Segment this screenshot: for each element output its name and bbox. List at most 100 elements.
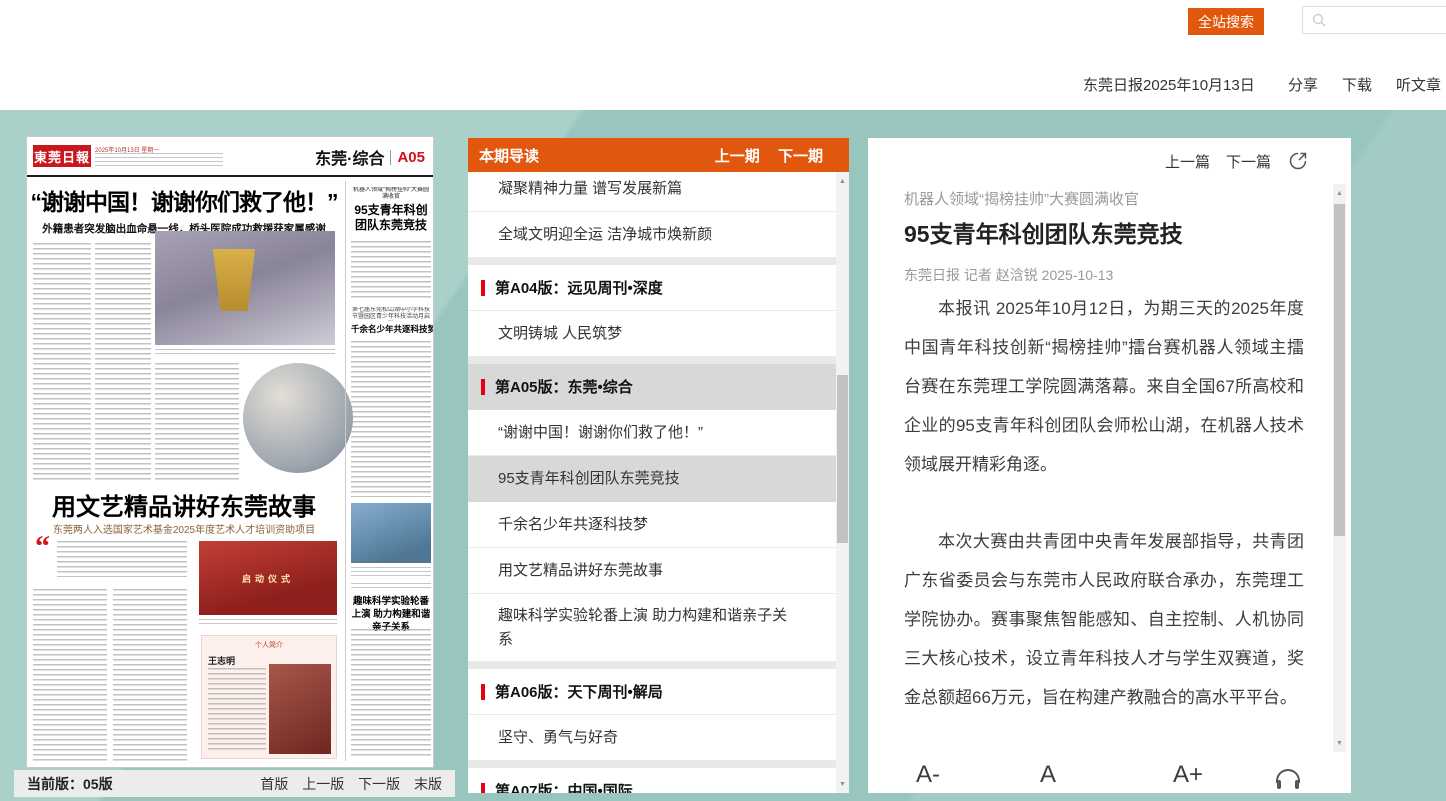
first-page-link[interactable]: 首版 bbox=[260, 776, 288, 792]
article-paragraph: 本次大赛由共青团中央青年发展部指导，共青团广东省委员会与东莞市人民政府联合承办，… bbox=[904, 522, 1304, 717]
toc-article-item[interactable]: “谢谢中国！谢谢你们救了他！” bbox=[468, 410, 836, 456]
top-bar: 全站搜索 东莞日报2025年10月13日 分享 下载 听文章 bbox=[0, 0, 1446, 110]
article-title: 95支青年科创团队东莞竞技 bbox=[904, 215, 1304, 249]
newspaper-page-preview[interactable]: 東莞日報 2025年10月13日 星期一 东莞·综合 A05 “谢谢中国！谢谢你… bbox=[26, 136, 434, 768]
article-body: 本报讯 2025年10月12日，为期三天的2025年度中国青年科技创新“揭榜挂帅… bbox=[904, 289, 1304, 765]
open-external-icon[interactable] bbox=[1287, 150, 1309, 172]
newsprint-text-lines bbox=[33, 243, 91, 481]
article-kicker: 机器人领域“揭榜挂帅”大赛圆满收官 bbox=[904, 188, 1304, 209]
article-panel: 上一篇 下一篇 机器人领域“揭榜挂帅”大赛圆满收官 95支青年科创团队东莞竞技 … bbox=[868, 138, 1351, 793]
photo-launch-ceremony: 启动仪式 bbox=[199, 541, 337, 615]
toc-section-header[interactable]: 第A06版：天下周刊•解局 bbox=[468, 669, 836, 715]
prev-page-link[interactable]: 上一版 bbox=[302, 776, 344, 792]
article-paragraph: 本报讯 2025年10月12日，为期三天的2025年度中国青年科技创新“揭榜挂帅… bbox=[904, 289, 1304, 484]
quote-text-lines bbox=[57, 541, 187, 577]
newsprint-text-lines bbox=[113, 589, 187, 761]
issue-toc-panel: 本期导读 上一期 下一期 凝聚精神力量 谱写发展新篇全域文明迎全运 洁净城市焕新… bbox=[468, 138, 849, 793]
prev-article-link[interactable]: 上一篇 bbox=[1165, 151, 1210, 172]
toc-section-label: 第A07版：中国•国际 bbox=[495, 780, 633, 793]
kicker-lines bbox=[351, 583, 431, 590]
toc-article-item[interactable]: 坚守、勇气与好奇 bbox=[468, 715, 836, 761]
download-link[interactable]: 下载 bbox=[1342, 74, 1372, 95]
newsprint-text-lines bbox=[33, 589, 107, 761]
toc-section-header[interactable]: 第A04版：远见周刊•深度 bbox=[468, 265, 836, 311]
search-input[interactable] bbox=[1302, 6, 1446, 34]
share-link[interactable]: 分享 bbox=[1288, 74, 1318, 95]
column-divider bbox=[345, 181, 346, 761]
listen-article-link[interactable]: 听文章 bbox=[1396, 74, 1441, 95]
newspaper-page-number: A05 bbox=[397, 149, 425, 166]
toc-section-divider bbox=[468, 258, 836, 265]
toc-scrollbar[interactable]: ▲ ▼ bbox=[836, 172, 849, 793]
font-larger-button[interactable]: A+ bbox=[1173, 761, 1203, 789]
issue-date-label: 东莞日报2025年10月13日 bbox=[1083, 74, 1255, 95]
profile-box: 个人简介 王志明 bbox=[201, 635, 337, 759]
newsprint-text-lines bbox=[351, 341, 431, 497]
newspaper-section-label: 东莞·综合 A05 bbox=[315, 145, 425, 169]
last-page-link[interactable]: 末版 bbox=[414, 776, 442, 792]
article-content: 机器人领域“揭榜挂帅”大赛圆满收官 95支青年科创团队东莞竞技 东莞日报 记者 … bbox=[904, 182, 1304, 765]
profile-photo bbox=[269, 664, 331, 754]
toc-section-divider bbox=[468, 357, 836, 364]
toc-article-item[interactable]: 凝聚精神力量 谱写发展新篇 bbox=[468, 166, 836, 212]
toc-article-item[interactable]: 文明铸城 人民筑梦 bbox=[468, 311, 836, 357]
pennant-banner bbox=[213, 249, 255, 311]
issue-meta-row: 东莞日报2025年10月13日 分享 下载 听文章 bbox=[0, 72, 1446, 94]
scrollbar-thumb[interactable] bbox=[1334, 204, 1345, 536]
scroll-up-arrow[interactable]: ▲ bbox=[836, 174, 849, 188]
right-column-kicker: 机器人领域“揭榜挂帅”大赛圆满收官 bbox=[351, 187, 431, 201]
prev-issue-link[interactable]: 上一期 bbox=[715, 148, 760, 165]
next-article-link[interactable]: 下一篇 bbox=[1226, 151, 1271, 172]
toc-article-item[interactable]: 千余名少年共逐科技梦 bbox=[468, 502, 836, 548]
newsprint-text-lines bbox=[95, 243, 151, 481]
toc-section-divider bbox=[468, 662, 836, 669]
profile-title: 个人简介 bbox=[202, 640, 336, 650]
next-issue-link[interactable]: 下一期 bbox=[778, 148, 823, 165]
article-byline: 东莞日报 记者 赵浛锐 2025-10-13 bbox=[904, 265, 1304, 285]
section-red-bar bbox=[481, 379, 485, 395]
toc-article-item[interactable]: 趣味科学实验轮番上演 助力构建和谐亲子关系 bbox=[468, 594, 836, 662]
font-smaller-button[interactable]: A- bbox=[916, 761, 940, 789]
current-page-label: 当前版：05版 bbox=[27, 774, 113, 794]
photo-caption-lines bbox=[199, 619, 337, 627]
scroll-down-arrow[interactable]: ▼ bbox=[1333, 736, 1346, 750]
font-normal-button[interactable]: A bbox=[1040, 761, 1056, 789]
page: 全站搜索 东莞日报2025年10月13日 分享 下载 听文章 東莞日報 2025… bbox=[0, 0, 1446, 801]
section-red-bar bbox=[481, 783, 485, 794]
masthead-info-lines bbox=[95, 153, 223, 166]
feature-headline: 用文艺精品讲好东莞故事 bbox=[29, 487, 339, 522]
next-page-link[interactable]: 下一版 bbox=[358, 776, 400, 792]
photo-patient-circle bbox=[243, 363, 353, 473]
toc-article-item[interactable]: 全域文明迎全运 洁净城市焕新颜 bbox=[468, 212, 836, 258]
scroll-down-arrow[interactable]: ▼ bbox=[836, 777, 849, 791]
right-column-headline-2: 千余名少年共逐科技梦 bbox=[351, 323, 431, 335]
right-column-kicker-2: 第七届东莞松山湖中小学科技节暨园区青少年科技活动月启动 bbox=[351, 307, 431, 321]
toc-article-item[interactable]: 用文艺精品讲好东莞故事 bbox=[468, 548, 836, 594]
launch-ceremony-overlay-text: 启动仪式 bbox=[242, 572, 294, 585]
photo-caption-lines bbox=[155, 349, 335, 357]
site-search-button[interactable]: 全站搜索 bbox=[1188, 8, 1264, 35]
article-scrollbar[interactable]: ▲ ▼ bbox=[1333, 184, 1346, 752]
newsprint-text-lines bbox=[155, 363, 239, 481]
toc-section-header[interactable]: 第A05版：东莞•综合 bbox=[468, 364, 836, 410]
headphones-icon[interactable] bbox=[1276, 769, 1300, 783]
toc-section-header[interactable]: 第A07版：中国•国际 bbox=[468, 768, 836, 793]
scroll-up-arrow[interactable]: ▲ bbox=[1333, 186, 1346, 200]
article-toolbar: A- A A+ bbox=[868, 763, 1351, 793]
lead-headline: “谢谢中国！谢谢你们救了他！” bbox=[29, 183, 339, 217]
photo-hospital-group bbox=[155, 231, 335, 345]
scrollbar-thumb[interactable] bbox=[837, 375, 848, 543]
photo-students-vr bbox=[351, 503, 431, 563]
search-icon bbox=[1311, 12, 1327, 28]
toc-section-label: 第A05版：东莞•综合 bbox=[495, 376, 633, 397]
toc-section-label: 第A06版：天下周刊•解局 bbox=[495, 681, 663, 702]
section-red-bar bbox=[481, 684, 485, 700]
toc-article-item[interactable]: 95支青年科创团队东莞竞技 bbox=[468, 456, 836, 502]
toc-section-label: 第A04版：远见周刊•深度 bbox=[495, 277, 663, 298]
toc-title: 本期导读 bbox=[479, 145, 539, 166]
toc-section-divider bbox=[468, 761, 836, 768]
newspaper-masthead: 東莞日報 bbox=[33, 145, 91, 167]
article-header-nav: 上一篇 下一篇 bbox=[1165, 150, 1309, 172]
quote-mark: “ bbox=[35, 537, 50, 557]
photo-caption-lines bbox=[351, 567, 431, 577]
